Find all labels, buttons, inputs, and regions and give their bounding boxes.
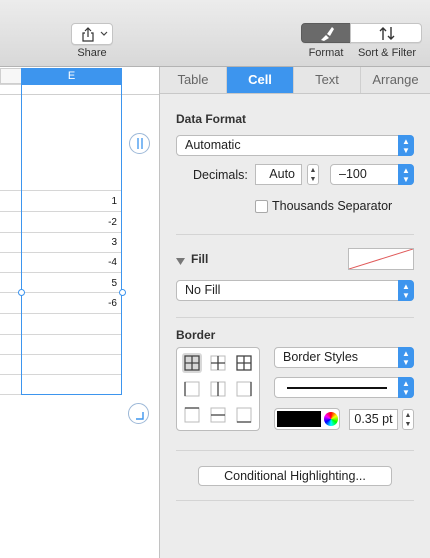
negative-format-value: –100 bbox=[339, 167, 367, 181]
decimals-stepper[interactable]: ▲ ▼ bbox=[307, 164, 319, 185]
border-color-well[interactable] bbox=[274, 408, 340, 430]
border-color-swatch bbox=[277, 411, 321, 427]
cell-e3[interactable]: 3 bbox=[21, 237, 117, 248]
conditional-highlighting-button[interactable]: Conditional Highlighting... bbox=[198, 466, 392, 486]
bottom-border-icon[interactable] bbox=[234, 405, 254, 425]
negative-format-popup[interactable]: –100 ▲ ▼ bbox=[330, 164, 414, 185]
border-styles-value: Border Styles bbox=[283, 350, 359, 364]
thousands-separator-checkbox[interactable] bbox=[255, 200, 268, 213]
share-label: Share bbox=[77, 47, 107, 59]
cell-e5[interactable]: 5 bbox=[21, 278, 117, 289]
sort-arrows-icon bbox=[378, 26, 396, 44]
share-icon bbox=[81, 27, 95, 45]
fill-color-well[interactable] bbox=[348, 248, 414, 270]
horizontal-inside-border-icon[interactable] bbox=[208, 405, 228, 425]
line-style-popup[interactable]: ▲ ▼ bbox=[274, 377, 414, 398]
fill-popup[interactable]: No Fill ▲ ▼ bbox=[176, 280, 414, 301]
format-label: Format bbox=[308, 47, 344, 59]
decimals-field[interactable]: Auto bbox=[255, 164, 302, 185]
popup-arrows-icon: ▲ ▼ bbox=[398, 280, 414, 301]
cell-e6[interactable]: -6 bbox=[21, 298, 117, 309]
solid-line-icon bbox=[287, 387, 387, 389]
corner-icon bbox=[135, 409, 144, 423]
cell-e1[interactable]: 1 bbox=[21, 196, 117, 207]
disclosure-triangle-icon[interactable] bbox=[176, 255, 185, 269]
inside-borders-icon[interactable] bbox=[208, 353, 228, 373]
sort-filter-label: Sort & Filter bbox=[357, 47, 417, 59]
popup-arrows-icon: ▲ ▼ bbox=[398, 164, 414, 185]
popup-arrows-icon: ▲ ▼ bbox=[398, 347, 414, 368]
popup-arrows-icon: ▲ ▼ bbox=[398, 135, 414, 156]
data-format-popup[interactable]: Automatic ▲ ▼ bbox=[176, 135, 414, 156]
resize-table-control[interactable] bbox=[128, 403, 149, 424]
border-width-field[interactable]: 0.35 pt bbox=[349, 409, 398, 430]
columns-icon bbox=[136, 138, 144, 152]
fill-value: No Fill bbox=[185, 283, 221, 297]
right-border-icon[interactable] bbox=[234, 379, 254, 399]
color-wheel-icon[interactable] bbox=[324, 412, 338, 426]
tab-cell[interactable]: Cell bbox=[227, 67, 294, 93]
section-separator bbox=[176, 317, 414, 318]
sort-filter-button[interactable] bbox=[350, 23, 422, 43]
inspector-tabs: Table Cell Text Arrange bbox=[160, 67, 430, 94]
border-picker bbox=[176, 347, 260, 431]
section-separator bbox=[176, 450, 414, 451]
popup-arrows-icon: ▲ ▼ bbox=[398, 377, 414, 398]
tab-table[interactable]: Table bbox=[160, 67, 227, 93]
top-border-icon[interactable] bbox=[182, 405, 202, 425]
data-format-title: Data Format bbox=[176, 112, 247, 126]
thousands-separator-label: Thousands Separator bbox=[272, 199, 393, 213]
column-header-d[interactable] bbox=[0, 68, 21, 84]
section-separator bbox=[176, 500, 414, 501]
outside-borders-icon[interactable] bbox=[234, 353, 254, 373]
tab-arrange[interactable]: Arrange bbox=[361, 67, 430, 93]
fill-title[interactable]: Fill bbox=[191, 252, 208, 266]
toolbar: Share Format Sort & Filter bbox=[0, 0, 430, 67]
left-border-icon[interactable] bbox=[182, 379, 202, 399]
paintbrush-icon bbox=[318, 25, 336, 45]
vertical-inside-border-icon[interactable] bbox=[208, 379, 228, 399]
border-title: Border bbox=[176, 328, 216, 342]
section-separator bbox=[176, 234, 414, 235]
format-button[interactable] bbox=[301, 23, 351, 43]
resize-handle-right[interactable] bbox=[119, 289, 126, 296]
chevron-down-icon bbox=[100, 28, 108, 43]
border-styles-popup[interactable]: Border Styles ▲ ▼ bbox=[274, 347, 414, 368]
share-button[interactable] bbox=[71, 23, 113, 45]
border-width-stepper[interactable]: ▲ ▼ bbox=[402, 409, 414, 430]
data-format-value: Automatic bbox=[185, 138, 241, 152]
tab-text[interactable]: Text bbox=[294, 67, 361, 93]
decimals-label: Decimals: bbox=[193, 168, 248, 182]
cell-e2[interactable]: -2 bbox=[21, 217, 117, 228]
cell-e4[interactable]: -4 bbox=[21, 257, 117, 268]
all-borders-icon[interactable] bbox=[182, 353, 202, 373]
resize-handle-left[interactable] bbox=[18, 289, 25, 296]
column-header-e[interactable]: E bbox=[21, 68, 122, 84]
format-inspector: Table Cell Text Arrange Data Format Auto… bbox=[160, 67, 430, 558]
add-column-control[interactable] bbox=[129, 133, 150, 154]
